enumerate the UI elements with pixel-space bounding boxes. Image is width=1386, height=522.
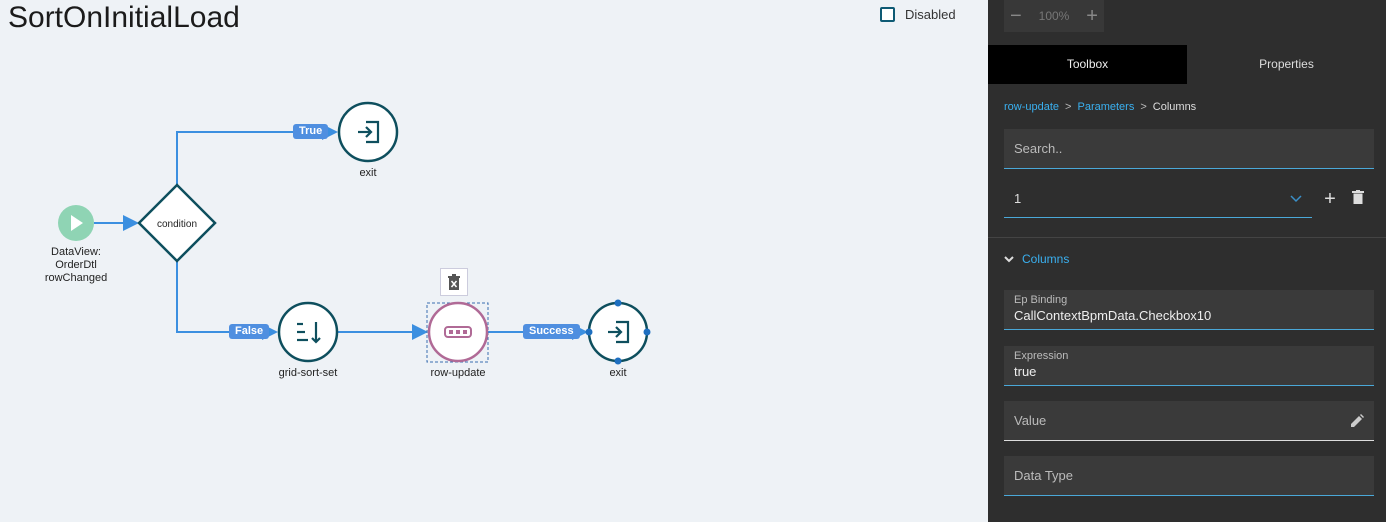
row-update-node[interactable] [426, 301, 489, 363]
value-label: Value [1014, 413, 1047, 428]
edge-label-false: False [229, 324, 270, 339]
breadcrumb-separator: > [1140, 101, 1147, 113]
data-type-label: Data Type [1014, 468, 1074, 483]
edge-label-success: Success [523, 324, 580, 339]
breadcrumb-parameters[interactable]: Parameters [1077, 101, 1134, 113]
zoom-in-button[interactable]: + [1086, 6, 1098, 26]
expression-label: Expression [1014, 350, 1069, 362]
trash-icon [448, 274, 460, 290]
tab-toolbox[interactable]: Toolbox [988, 45, 1187, 84]
connector-handle[interactable] [585, 328, 593, 336]
breadcrumb: row-update > Parameters > Columns [1004, 101, 1196, 113]
edge-label-true: True [293, 124, 329, 139]
delete-item-button[interactable] [1352, 190, 1368, 208]
exit-top-label: exit [359, 167, 377, 179]
add-item-button[interactable]: + [1322, 188, 1338, 210]
tab-properties[interactable]: Properties [1187, 45, 1386, 84]
data-type-field[interactable]: Data Type [1004, 456, 1374, 496]
connector-handle[interactable] [643, 328, 651, 336]
properties-panel: − 100% + Toolbox Properties row-update > P… [988, 0, 1386, 522]
ep-binding-value[interactable]: CallContextBpmData.Checkbox10 [1014, 307, 1364, 325]
columns-section-toggle[interactable]: Columns [1004, 252, 1069, 266]
chevron-down-icon [1290, 194, 1302, 202]
flow-canvas[interactable]: SortOnInitialLoad Disabled condition Tru… [0, 0, 988, 522]
expression-field[interactable]: Expression true [1004, 346, 1374, 386]
item-select-value: 1 [1014, 191, 1022, 206]
edit-pencil-icon[interactable] [1350, 413, 1364, 428]
condition-node-text: condition [157, 219, 197, 230]
chevron-down-icon [1004, 255, 1014, 262]
connector-handle[interactable] [614, 357, 622, 365]
search-input[interactable] [1004, 129, 1374, 169]
expression-value[interactable]: true [1014, 363, 1364, 381]
start-node-label: DataView: OrderDtl rowChanged [44, 246, 108, 284]
divider [988, 237, 1386, 238]
flow-diagram: condition [58, 101, 651, 365]
exit-bottom-label: exit [609, 367, 627, 379]
item-select[interactable]: 1 [1004, 180, 1312, 218]
panel-tabs: Toolbox Properties [988, 45, 1386, 84]
row-update-label: row-update [430, 367, 486, 379]
ep-binding-label: Ep Binding [1014, 294, 1068, 306]
value-field[interactable]: Value [1004, 401, 1374, 441]
zoom-level: 100% [1038, 9, 1070, 23]
breadcrumb-columns: Columns [1152, 101, 1197, 113]
delete-node-button[interactable] [440, 268, 468, 296]
start-node[interactable] [58, 205, 94, 241]
ep-binding-field[interactable]: Ep Binding CallContextBpmData.Checkbox10 [1004, 290, 1374, 330]
grid-sort-set-node[interactable] [277, 301, 339, 363]
breadcrumb-row-update[interactable]: row-update [1004, 101, 1059, 113]
condition-node[interactable]: condition [137, 183, 217, 263]
grid-sort-set-label: grid-sort-set [278, 367, 338, 379]
exit-node-top[interactable] [337, 101, 399, 163]
exit-node-bottom[interactable] [585, 299, 651, 365]
connector-handle[interactable] [614, 299, 622, 307]
zoom-out-button[interactable]: − [1010, 6, 1022, 26]
columns-section-title: Columns [1022, 252, 1070, 266]
breadcrumb-separator: > [1065, 101, 1072, 113]
edge-false[interactable] [176, 261, 278, 340]
trash-icon [1352, 190, 1364, 204]
zoom-control: − 100% + [1004, 0, 1104, 32]
